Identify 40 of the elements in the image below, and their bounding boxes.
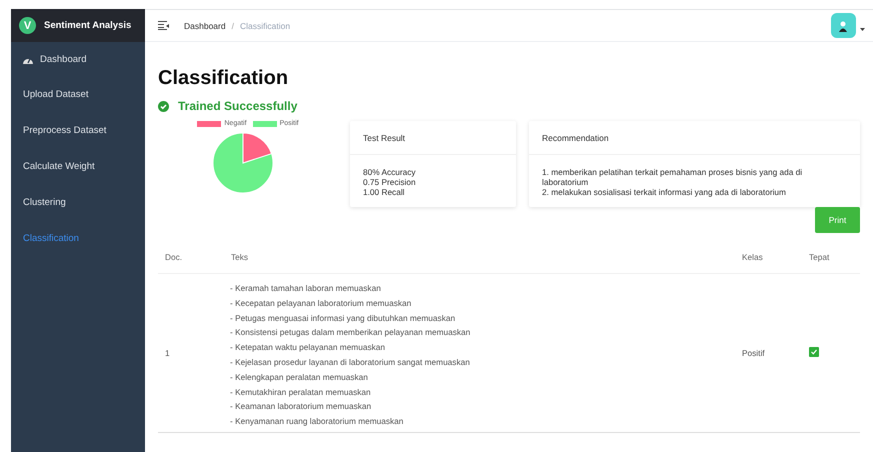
breadcrumb-separator: / xyxy=(232,20,234,30)
column-header: Tepat xyxy=(808,241,860,274)
user-avatar[interactable] xyxy=(831,13,856,38)
pie-chart-drawing xyxy=(212,132,274,194)
sidebar-item[interactable]: Calculate Weight xyxy=(11,148,145,184)
check-circle-icon xyxy=(158,100,169,112)
sidebar-item[interactable]: Preprocess Dataset xyxy=(11,112,145,148)
page-title: Classification xyxy=(158,67,290,90)
table-cell-text: - Petugas menguasai informasi yang dibutuhkan memuaskan xyxy=(230,312,456,325)
table-cell-text: - Keramah tamahan laboran memuaskan xyxy=(230,282,381,295)
status-message: Trained Successfully xyxy=(178,99,298,113)
caret-icon[interactable] xyxy=(860,28,865,31)
column-header: Kelas xyxy=(741,241,808,274)
card-title: Recommendation xyxy=(542,132,609,142)
table-cell-text: - Kecepatan pelayanan laboratorium memuaskan xyxy=(230,296,412,310)
app-title: Sentiment Analysis xyxy=(44,20,132,31)
card-title: Test Result xyxy=(363,132,406,142)
sidebar-item[interactable]: Dashboard xyxy=(11,42,145,76)
result-text: 80% Accuracy xyxy=(363,167,417,177)
result-text: 0.75 Precision xyxy=(363,177,417,187)
table-cell-text: - Kemutakhiran peralatan memuaskan xyxy=(230,386,371,399)
table-cell: 1 xyxy=(158,274,230,432)
sidebar-item[interactable]: Upload Dataset xyxy=(11,76,145,112)
table-cell-text: - Kenyamanan ruang laboratorium memuaskan xyxy=(230,415,404,428)
table-cell-text: - Ketepatan waktu pelayanan memuaskan xyxy=(230,341,385,354)
result-text: 1.00 Recall xyxy=(363,187,406,197)
table-cell-text: - Konsistensi petugas dalam memberikan pelayanan memuaskan xyxy=(230,326,470,340)
table-cell: Positif xyxy=(741,274,808,432)
result-text: 1. memberikan pelatihan terkait pemahaman proses bisnis yang ada di laboratorium xyxy=(542,167,804,187)
result-text: 2. melakukan sosialisasi terkait informasi yang ada di laboratorium xyxy=(542,187,787,197)
column-header: Doc. xyxy=(158,241,230,274)
breadcrumb-link[interactable]: Dashboard xyxy=(184,20,226,30)
column-header: Teks xyxy=(230,241,741,274)
logo: V xyxy=(19,17,36,34)
menu-icon[interactable] xyxy=(158,21,169,30)
table-cell-text: - Kejelasan prosedur layanan di laboratorium sangat memuaskan xyxy=(230,356,470,369)
table-cell-text: - Keamanan laboratorium memuaskan xyxy=(230,400,372,414)
checkbox[interactable] xyxy=(809,347,819,358)
table-cell-text: - Kelengkapan peralatan memuaskan xyxy=(230,370,368,384)
sidebar-item[interactable]: Clustering xyxy=(11,184,145,220)
